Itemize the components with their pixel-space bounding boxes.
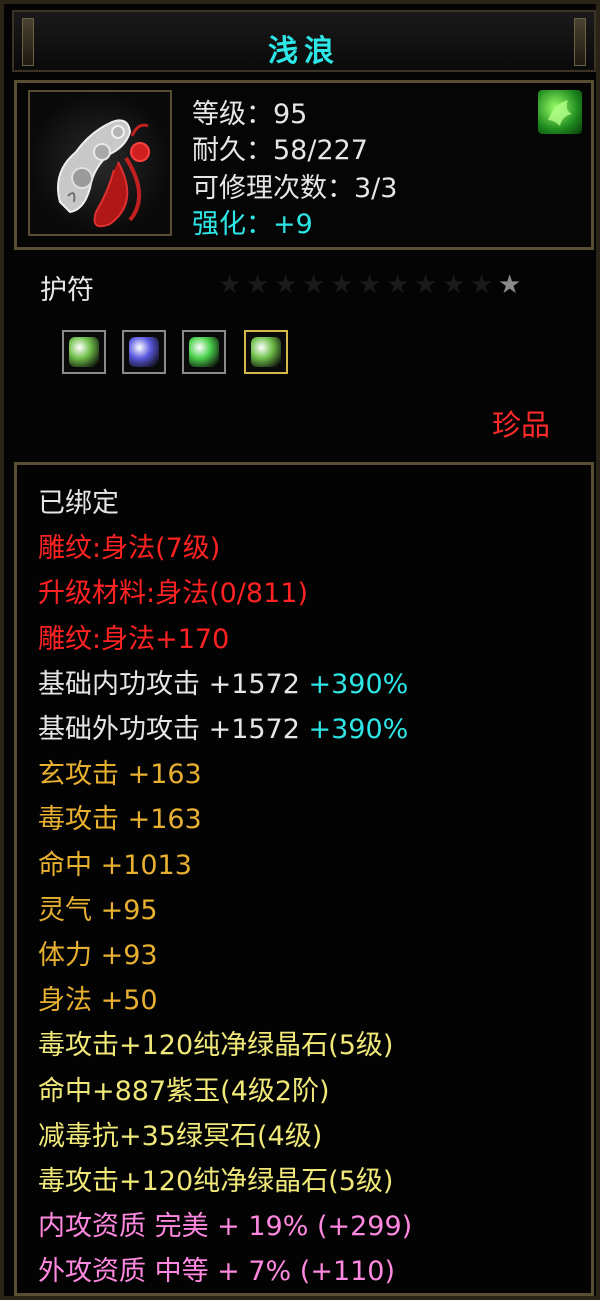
attribute-line: 毒攻击+120纯净绿晶石(5级) [38,1027,393,1065]
attribute-line: 减毒抗+35绿冥石(4级) [38,1118,322,1156]
star-icon: ★ [414,270,438,300]
attribute-line: 体力 +93 [38,937,158,975]
gem-socket[interactable] [244,330,288,374]
attribute-text: 已绑定 [38,488,119,519]
attribute-line: 毒攻击 +163 [38,801,202,839]
attribute-text: 身法 +50 [38,985,158,1017]
purple-jade-gem-icon [129,337,159,367]
star-icon: ★ [218,270,242,300]
attribute-line: 基础内功攻击 +1572 +390% [38,666,408,704]
attribute-line: 雕纹:身法+170 [38,621,229,659]
attribute-text: 内攻资质 完美 + 19% (+299) [38,1211,413,1243]
item-durability: 耐久：58/227 [192,135,368,166]
gem-socket[interactable] [182,330,226,374]
attribute-line: 升级材料:身法(0/811) [38,575,308,613]
attribute-text: 减毒抗+35绿冥石(4级) [38,1120,323,1152]
attribute-text: 灵气 +95 [38,894,158,926]
attribute-line: 基础外功攻击 +1572 +390% [38,711,408,749]
item-repair-count: 可修理次数：3/3 [192,173,398,204]
gem-socket[interactable] [62,330,106,374]
green-crystal-gem-icon [189,337,219,367]
attribute-line: 玄攻击 +163 [38,756,202,794]
attribute-bonus: +390% [299,668,409,700]
green-jade-gem-icon [251,337,281,367]
attribute-text: 毒攻击 +163 [38,804,202,836]
attribute-text: 基础内功攻击 +1572 [38,668,300,700]
attribute-line: 命中+887紫玉(4级2阶) [38,1073,330,1111]
attribute-text: 玄攻击 +163 [38,759,202,791]
attribute-line: 命中 +1013 [38,847,192,885]
item-name: 浅浪 [268,34,340,69]
attribute-line: 外攻资质 中等 + 7% (+110) [38,1253,395,1291]
star-icon: ★ [470,270,494,300]
attribute-text: 体力 +93 [38,940,158,971]
green-jade-gem-icon [69,337,99,367]
attribute-text: 升级材料:身法(0/811) [38,578,308,610]
attribute-text: 雕纹:身法(7级) [38,533,221,565]
star-icon: ★ [442,270,466,300]
gem-attribute-icon [538,90,582,134]
item-image [28,90,172,236]
attribute-bonus: +390% [299,714,409,745]
attribute-line: 灵气 +95 [38,892,158,930]
star-icon: ★ [302,270,326,300]
attribute-line: 内攻资质 完美 + 19% (+299) [38,1208,412,1246]
attribute-text: 基础外功攻击 +1572 [38,714,300,745]
item-type: 护符 [40,275,94,306]
item-quality: 珍品 [491,408,550,442]
item-enhance: 强化：+9 [192,209,313,240]
star-icon: ★ [246,270,270,300]
attribute-line: 雕纹:身法(7级) [38,530,220,568]
attribute-text: 命中+887紫玉(4级2阶) [38,1075,330,1107]
item-level: 等级：95 [192,99,308,130]
attribute-line: 已绑定 [38,485,119,523]
attribute-text: 命中 +1013 [38,849,192,881]
attribute-text: 雕纹:身法+170 [38,623,230,655]
attribute-text: 外攻资质 中等 + 7% (+110) [38,1256,396,1288]
gem-socket[interactable] [122,330,166,374]
attribute-line: 身法 +50 [38,982,158,1020]
attribute-line: 毒攻击+120纯净绿晶石(5级) [38,1163,393,1201]
title-bar: 浅浪 [12,10,596,72]
amulet-icon [57,119,150,228]
star-icon: ★ [358,270,382,300]
star-icon: ★ [498,270,522,300]
attribute-text: 毒攻击+120纯净绿晶石(5级) [38,1166,394,1197]
tooltip-frame: 浅浪 等级：95 耐久：58/227 可修理次数：3/3 强化：+9 护符 ★ … [0,0,600,1300]
star-icon: ★ [330,270,354,300]
star-icon: ★ [274,270,298,300]
attribute-text: 毒攻击+120纯净绿晶石(5级) [38,1030,394,1062]
star-icon: ★ [386,270,410,300]
